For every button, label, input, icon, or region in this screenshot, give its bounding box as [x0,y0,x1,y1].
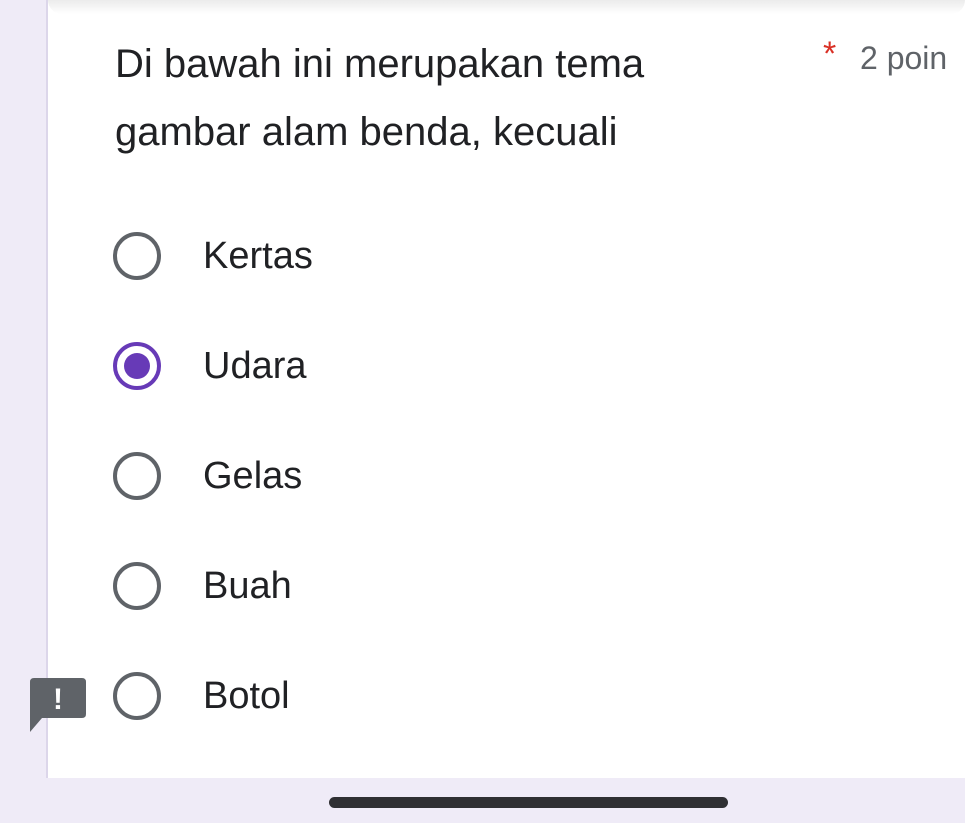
option-label: Gelas [203,455,303,497]
answer-options: Kertas Udara Gelas Buah Botol [113,228,313,778]
radio-button-unchecked[interactable] [113,452,161,500]
option-label: Udara [203,345,307,387]
question-title: Di bawah ini merupakan tema gambar alam … [115,42,645,154]
points-label: 2 poin [860,40,948,76]
radio-button-unchecked[interactable] [113,672,161,720]
option-botol[interactable]: Botol [113,668,313,724]
home-indicator-bar[interactable] [329,797,728,808]
radio-button-unchecked[interactable] [113,232,161,280]
feedback-glyph: ! [53,683,63,716]
option-udara[interactable]: Udara [113,338,313,394]
option-buah[interactable]: Buah [113,558,313,614]
option-label: Buah [203,565,292,607]
form-page: Di bawah ini merupakan tema gambar alam … [0,0,965,823]
radio-selected-dot [124,353,150,379]
required-asterisk: * [823,35,837,73]
option-label: Kertas [203,235,313,277]
option-kertas[interactable]: Kertas [113,228,313,284]
radio-button-unchecked[interactable] [113,562,161,610]
report-feedback-icon[interactable]: ! [30,678,86,734]
card-top-shadow [48,0,965,14]
option-gelas[interactable]: Gelas [113,448,313,504]
radio-button-checked[interactable] [113,342,161,390]
option-label: Botol [203,675,290,717]
